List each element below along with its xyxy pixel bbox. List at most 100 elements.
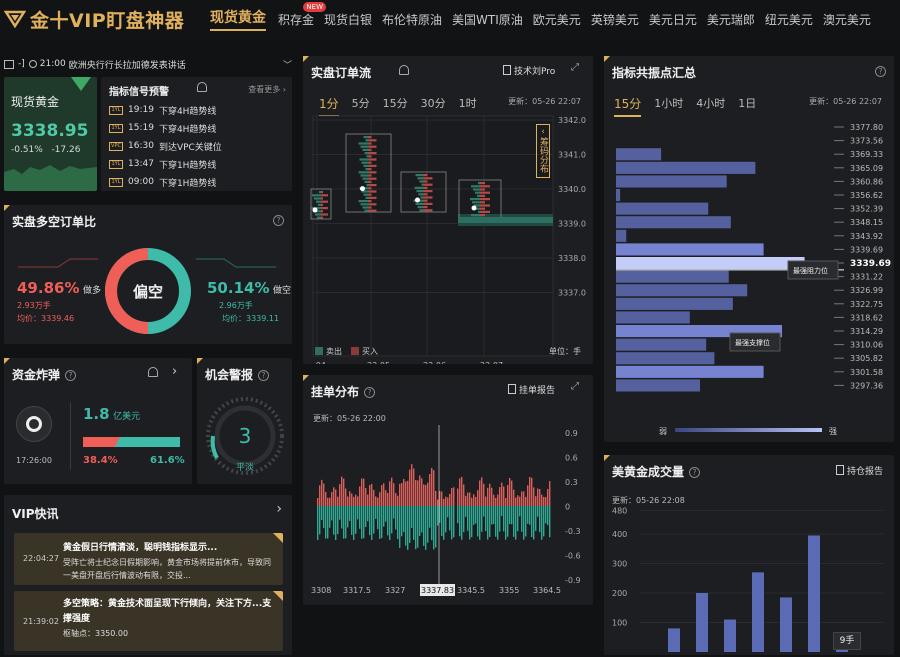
chevron-right-icon[interactable]: ›	[172, 364, 177, 379]
nav-item[interactable]: 美元日元	[649, 11, 697, 28]
pending-bar-down	[507, 506, 509, 537]
expand-icon[interactable]: ⤢	[571, 62, 579, 73]
nav-item[interactable]: 布伦特原油	[382, 11, 442, 28]
resonance-bar	[616, 229, 627, 242]
vip-item[interactable]: 22:04:27 黄金假日行情清淡，聪明钱指标显示... 受阵亡将士纪念日假期影…	[14, 533, 283, 585]
resonance-bar	[616, 365, 764, 378]
position-report-link[interactable]: 持仓报告	[836, 464, 883, 477]
pending-bar-down	[509, 506, 511, 525]
bell-icon[interactable]	[399, 65, 409, 75]
help-icon[interactable]: ?	[65, 370, 77, 381]
help-icon[interactable]: ?	[689, 467, 701, 478]
signal-list: 1YL 19:19 下穿4H趋势线 1YL 15:19 下穿4H趋势线 VPC 16:30 到达…	[109, 101, 289, 191]
bell-icon[interactable]	[148, 367, 158, 377]
ticker-bar[interactable]: -] 21:00 欧洲央行行长拉加德发表讲话 ﹀	[4, 56, 292, 72]
nav-item[interactable]: 纽元美元	[765, 11, 813, 28]
pending-bar-down	[481, 506, 483, 532]
signals-more-link[interactable]: 查看更多 ›	[248, 84, 286, 95]
pending-bar-down	[463, 506, 465, 533]
short-lots: 2.93万手	[17, 301, 51, 310]
pending-bar-down	[411, 506, 413, 529]
nav-item[interactable]: 积存金 NEW	[278, 1, 327, 28]
pending-bar-down	[317, 506, 319, 540]
pending-bar-down	[413, 506, 415, 540]
tab[interactable]: 15分	[614, 95, 642, 117]
tab[interactable]: 4小时	[696, 95, 725, 117]
nav-item[interactable]: 现货白银	[324, 11, 372, 28]
expand-icon[interactable]: ⤢	[571, 381, 579, 392]
price-level-label: 3343.92	[850, 232, 883, 241]
pending-bar-down	[327, 506, 329, 539]
pending-bar-down	[385, 506, 387, 522]
y-tick-label: 3340.0	[558, 185, 586, 194]
chip-distribution-tab[interactable]: ‹ 筹码分布	[536, 124, 550, 178]
nav-item[interactable]: 美元瑞郎	[707, 11, 755, 28]
chevron-right-icon[interactable]: ›	[276, 501, 282, 517]
pending-bar-down	[387, 506, 389, 536]
footprint-sell	[473, 188, 480, 191]
pending-bar-up	[331, 492, 333, 506]
signal-item[interactable]: 1YL 19:19 下穿4H趋势线	[109, 101, 289, 119]
pending-bar-up	[393, 483, 395, 506]
nav-item[interactable]: 现货黄金	[210, 7, 266, 31]
pending-bar-up	[527, 485, 529, 506]
help-icon[interactable]: ?	[364, 387, 376, 398]
footprint-sell	[364, 180, 369, 183]
footprint-sell	[362, 206, 369, 209]
pending-report-link[interactable]: 挂单报告	[508, 383, 555, 396]
help-icon[interactable]: ?	[273, 215, 284, 226]
footprint-buy	[368, 177, 377, 180]
pending-bar-down	[391, 506, 393, 534]
pending-bar-down	[529, 506, 531, 525]
signal-item[interactable]: VPC 16:30 到达VPC关键位	[109, 137, 289, 155]
help-icon[interactable]: ?	[258, 370, 270, 381]
tab[interactable]: 1日	[738, 95, 756, 117]
pending-bar-down	[409, 506, 411, 543]
quote-card[interactable]: 现货黄金 3338.95 -0.51% -17.26	[4, 77, 97, 191]
signal-time: 16:30	[128, 141, 154, 151]
footprint-buy	[480, 194, 485, 197]
symbol-nav: 现货黄金 积存金 NEW 现货白银 布伦特原油 美国WTI原油 欧元美元 英镑美元 美元日元 美元…	[210, 0, 881, 38]
signal-item[interactable]: 1YL 09:00 下穿1H趋势线	[109, 173, 289, 191]
x-tick-label: :04	[313, 361, 326, 364]
footprint-sell	[360, 203, 369, 206]
volume-bar	[724, 619, 736, 652]
pending-bar-down	[525, 506, 527, 537]
resonance-bar	[616, 379, 701, 392]
chevron-down-icon[interactable]: ﹀	[283, 58, 292, 71]
app-title: 金十VIP盯盘神器	[30, 9, 185, 32]
resonance-tabs: 15分 1小时 4小时 1日	[614, 95, 769, 117]
pending-bar-down	[367, 506, 369, 522]
nav-item[interactable]: 欧元美元	[533, 11, 581, 28]
pending-bar-up	[387, 492, 389, 506]
footprint-sell	[366, 184, 369, 187]
help-icon[interactable]: ?	[875, 66, 886, 77]
signal-item[interactable]: 1YL 15:19 下穿4H趋势线	[109, 119, 289, 137]
volume-bar	[780, 597, 792, 652]
footprint-sell	[420, 196, 424, 199]
signal-text: 下穿4H趋势线	[158, 106, 217, 117]
nav-item[interactable]: 英镑美元	[591, 11, 639, 28]
pending-bar-up	[549, 481, 551, 506]
pro-link[interactable]: 技术刘Pro	[503, 64, 555, 77]
vip-item[interactable]: 21:39:02 多空策略：黄金技术面呈现下行倾向，关注下方...支撑强度 枢轴…	[14, 591, 283, 651]
pending-bar-up	[423, 484, 425, 506]
pending-bar-up	[545, 496, 547, 506]
footprint-buy	[423, 183, 433, 186]
tab[interactable]: 1小时	[654, 95, 683, 117]
nav-item[interactable]: 美国WTI原油	[452, 11, 523, 28]
orderflow-card: 实盘订单流 技术刘Pro ⤢ 1分 5分 15分 30分 1时 更新：05-26 22:…	[303, 56, 593, 364]
pending-bar-up	[415, 480, 417, 506]
y-tick-label: 200	[612, 589, 627, 598]
bell-icon[interactable]	[197, 82, 207, 92]
nav-item[interactable]: 澳元美元	[823, 11, 871, 28]
pending-bar-down	[421, 506, 423, 533]
pending-bar-up	[369, 485, 371, 506]
footprint-buy	[368, 168, 372, 171]
pending-bar-up	[365, 488, 367, 506]
signal-item[interactable]: 1YL 13:47 下穿1H趋势线	[109, 155, 289, 173]
footprint-buy	[423, 199, 428, 202]
signal-time: 15:19	[128, 123, 154, 133]
resonance-bar	[616, 202, 709, 215]
pending-bar-up	[371, 483, 373, 506]
